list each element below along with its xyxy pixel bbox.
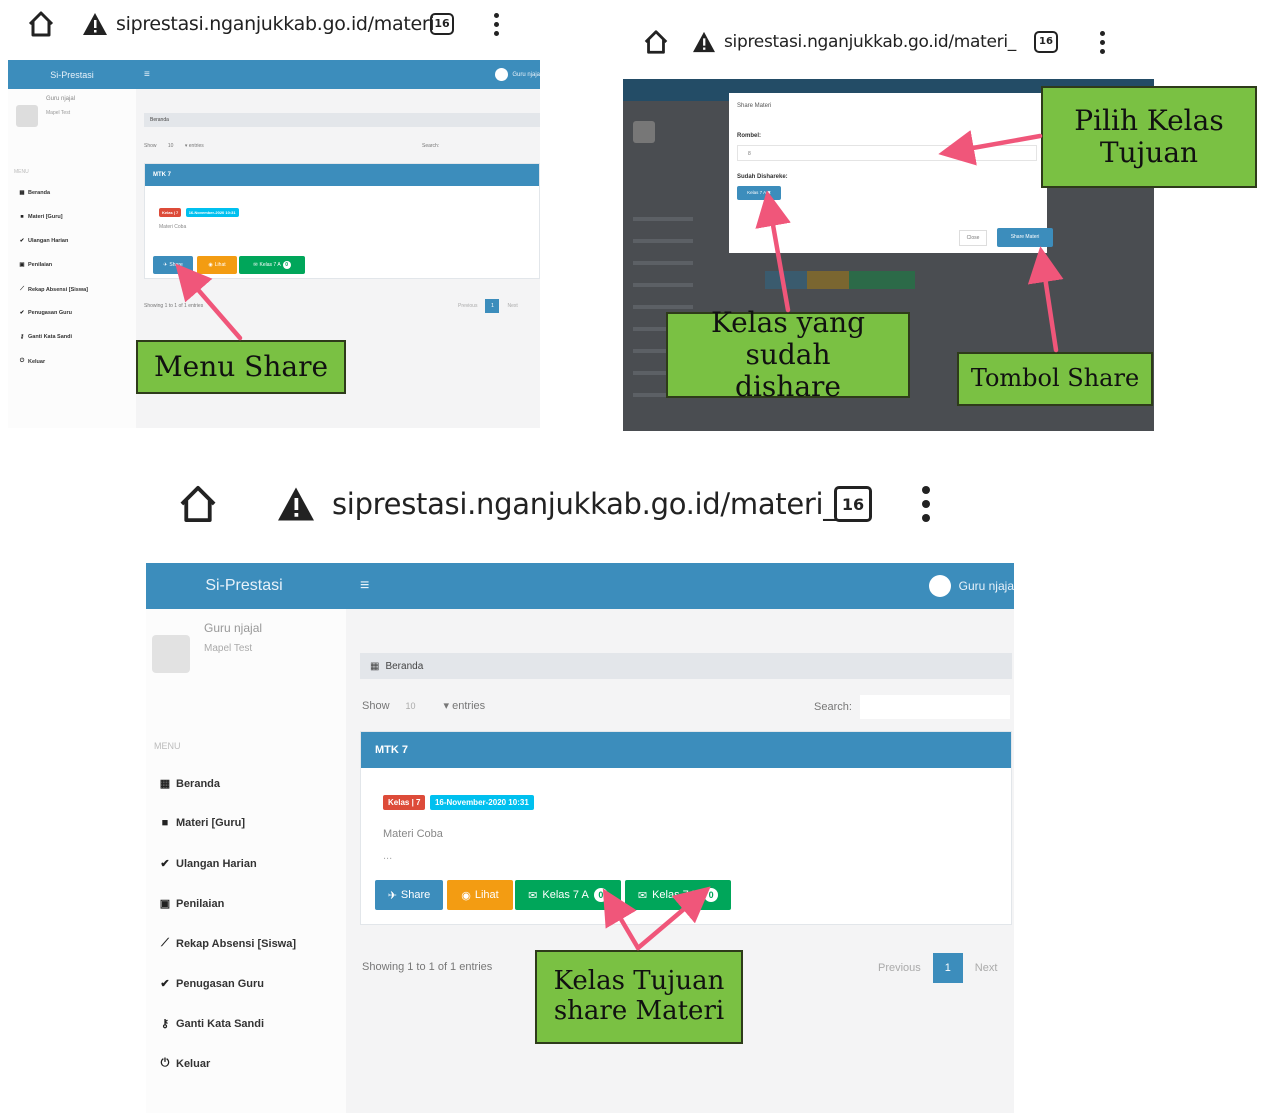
arrow-menu-share [175,263,243,341]
arrow-kelas-tujuan-a [602,888,641,951]
arrow-kelas-sudah [755,190,791,313]
arrow-tombol-share [1027,246,1064,353]
arrow-kelas-tujuan-b [635,886,711,951]
arrow-pilih-kelas [938,130,1043,166]
annotation-arrows [175,130,1064,951]
